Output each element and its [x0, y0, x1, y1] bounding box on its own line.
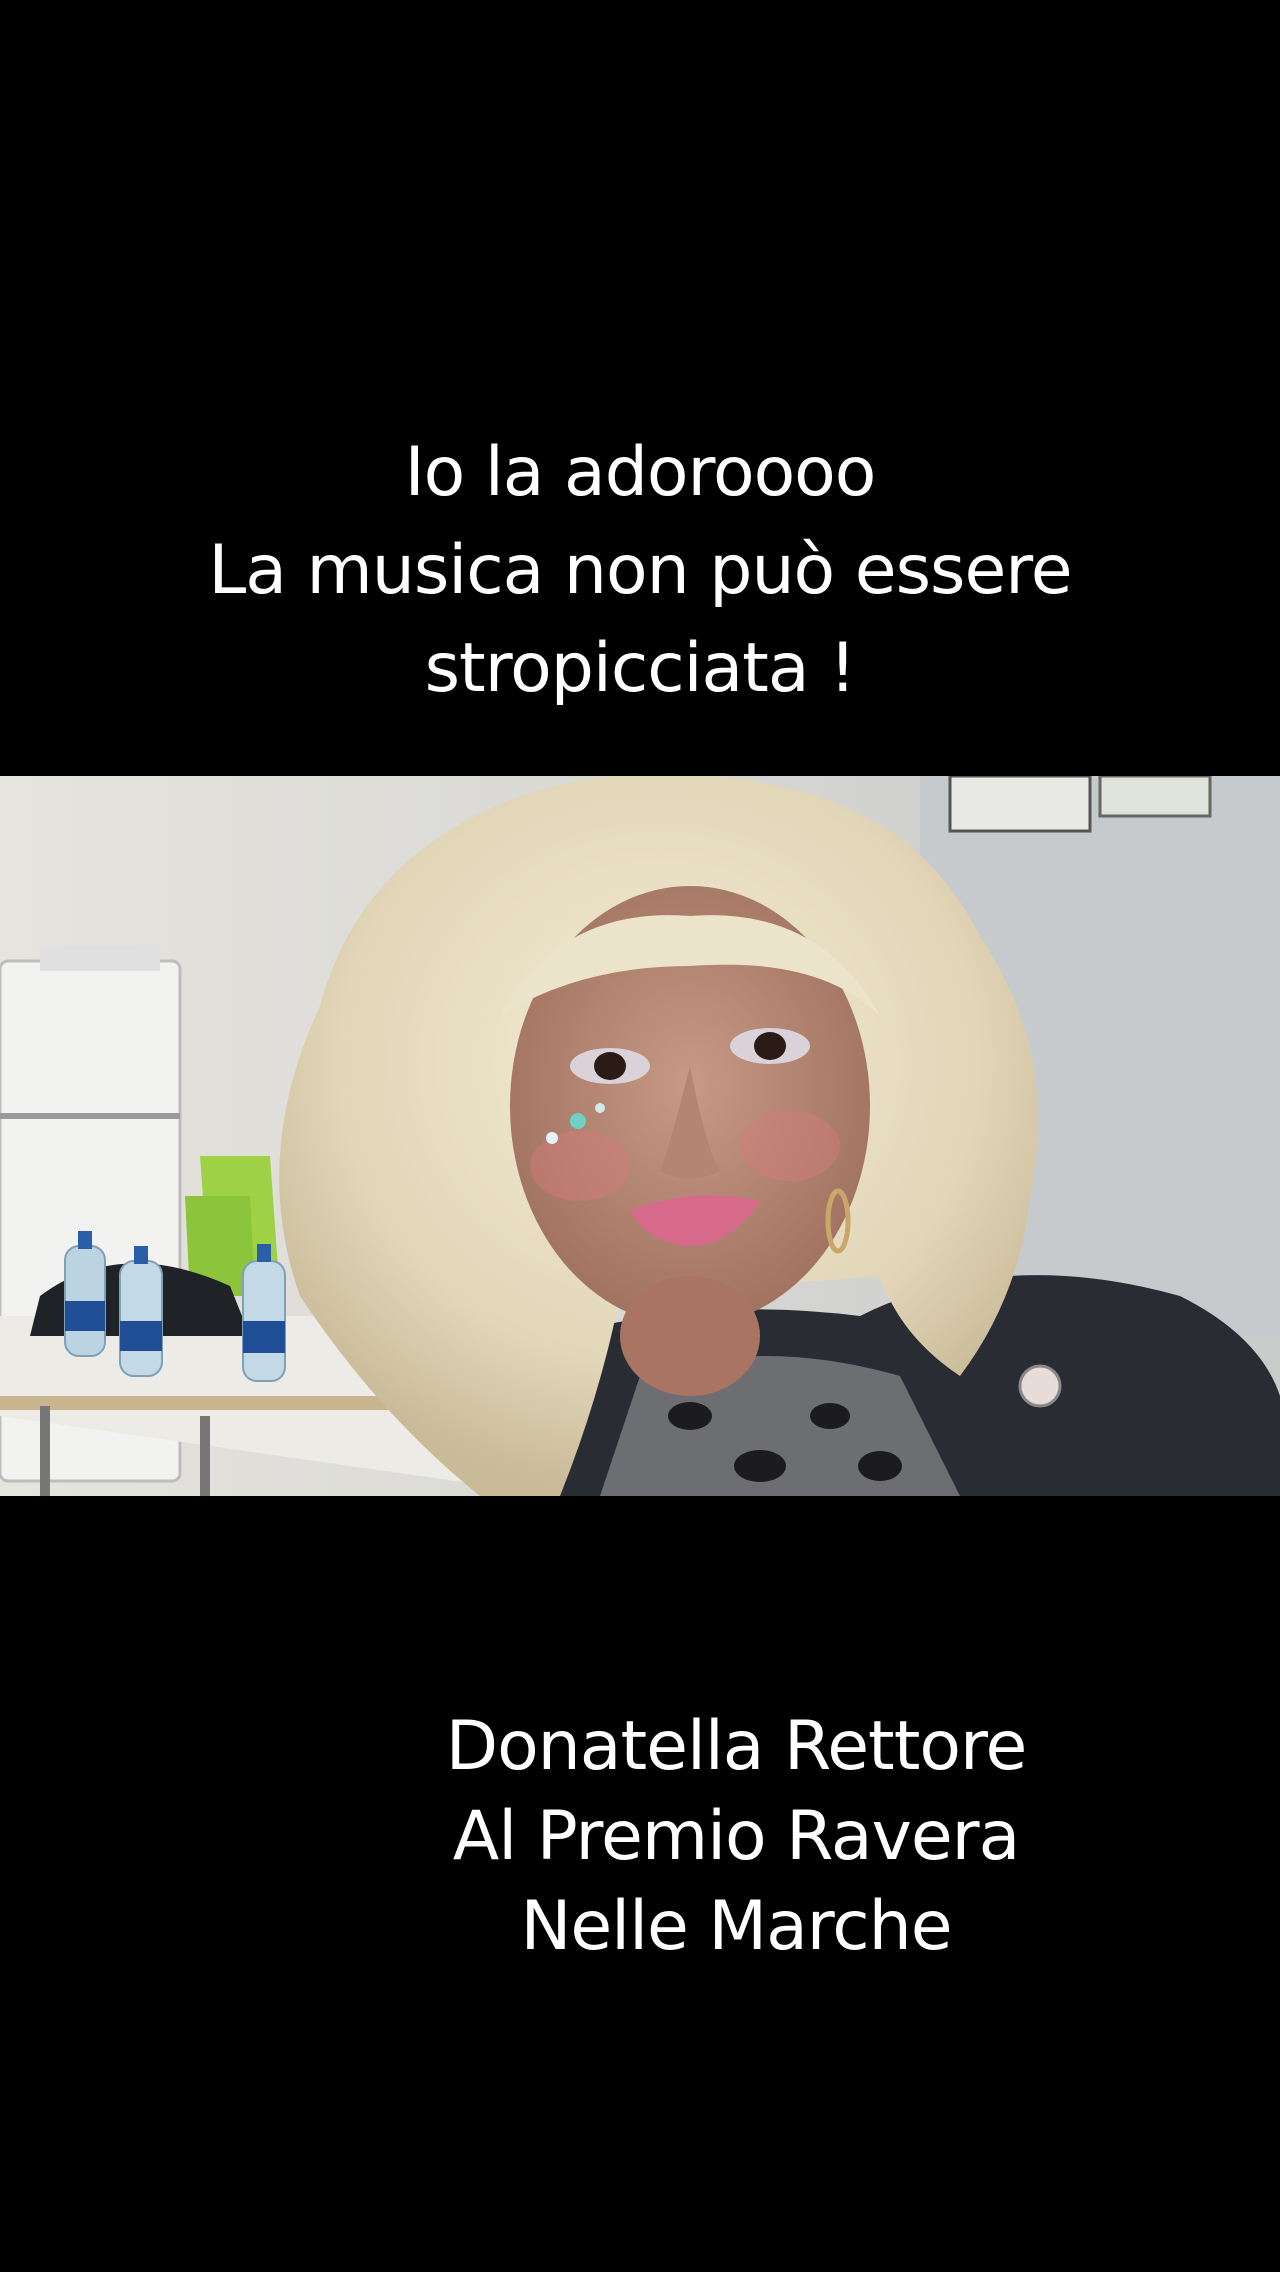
- video-frame-photo: [0, 776, 1280, 1496]
- bottom-caption: Donatella Rettore Al Premio Ravera Nelle…: [96, 1702, 1280, 1972]
- neck: [620, 1276, 760, 1396]
- bottom-caption-line-1: Donatella Rettore: [445, 1707, 1028, 1786]
- bottom-caption-line-2: Al Premio Ravera: [452, 1797, 1021, 1876]
- top-caption-line-2: La musica non può essere: [208, 531, 1072, 610]
- top-caption: Io la adoroooo La musica non può essere …: [0, 424, 1280, 718]
- top-caption-line-1: Io la adoroooo: [404, 433, 877, 512]
- wall-frame: [948, 776, 1092, 833]
- bottom-caption-line-3: Nelle Marche: [520, 1887, 952, 1966]
- jacket-button: [1018, 1364, 1062, 1408]
- wall-frame-2: [1098, 776, 1212, 818]
- selfie-scene: [0, 776, 1280, 1496]
- top-caption-line-3: stropicciata !: [424, 629, 857, 708]
- fridge-top-items: [40, 946, 160, 971]
